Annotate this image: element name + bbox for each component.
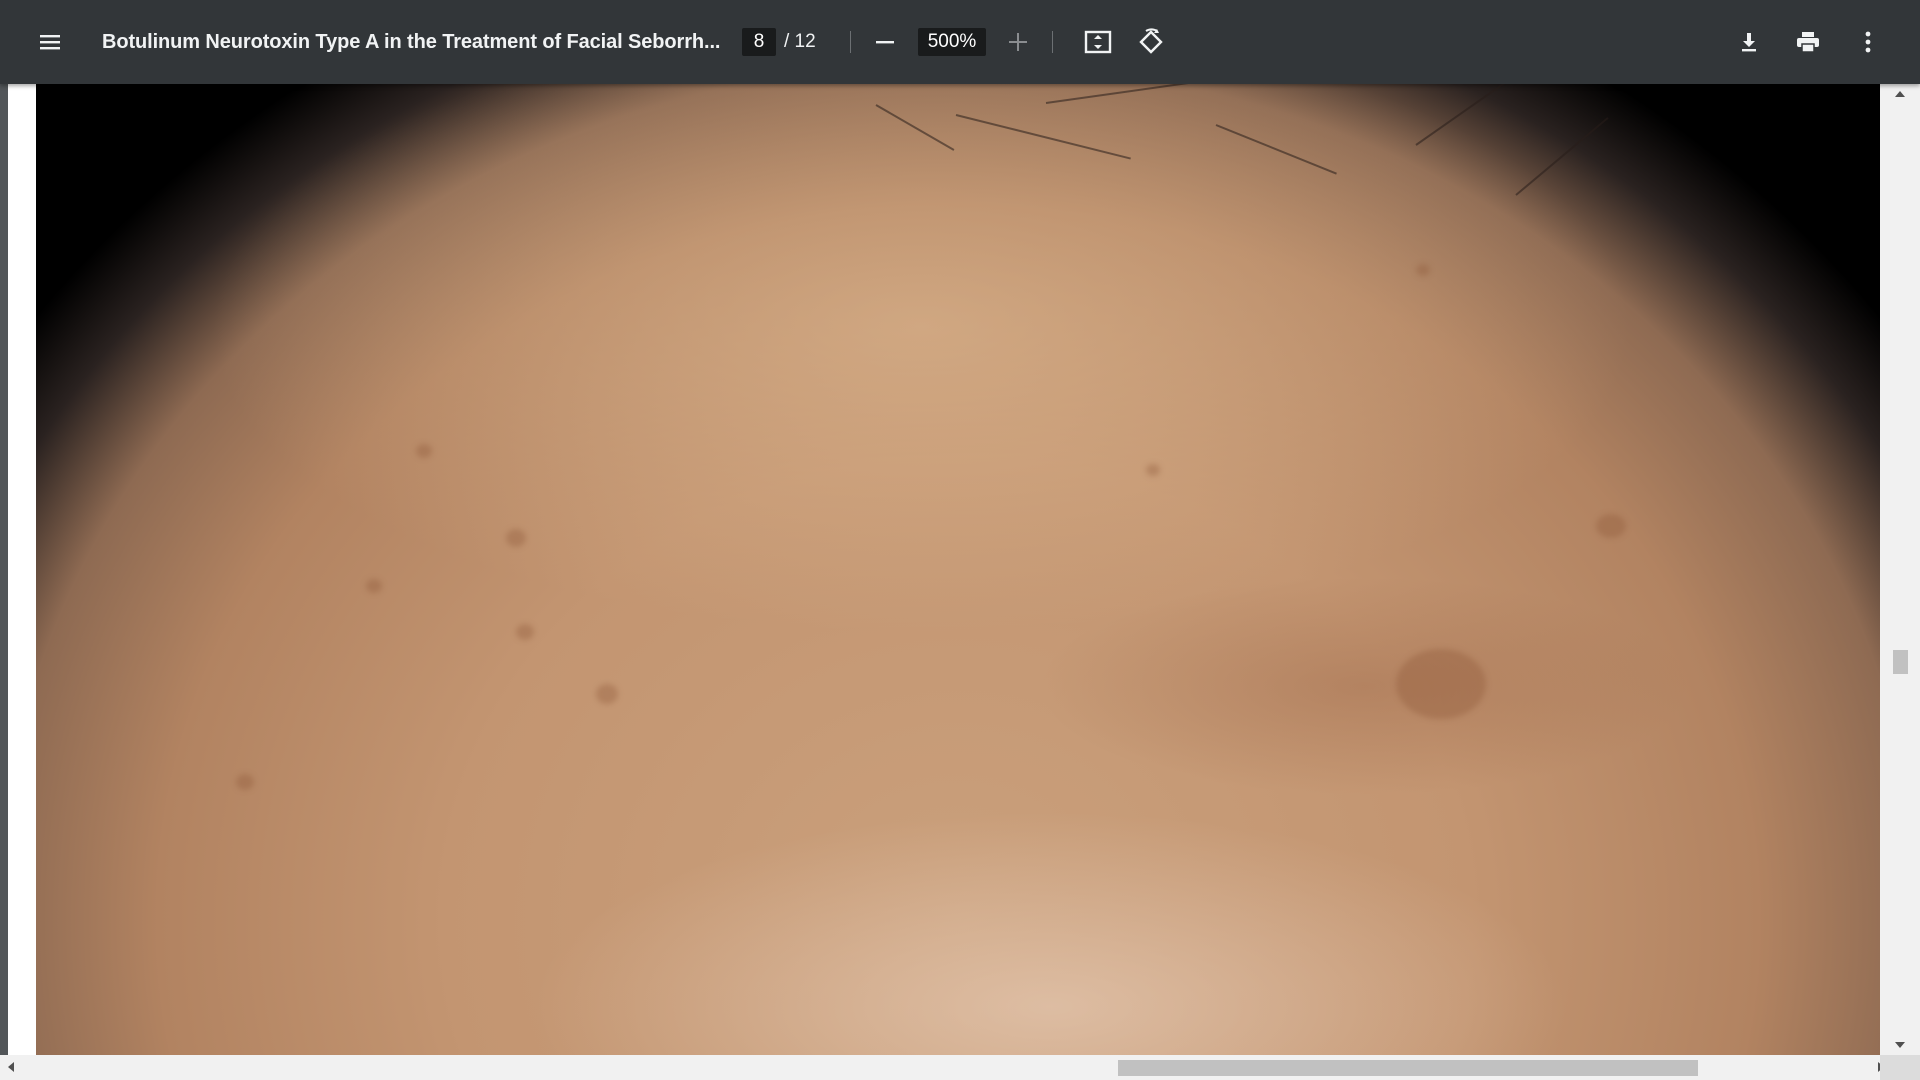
download-icon[interactable] bbox=[1725, 0, 1773, 84]
hair-strand bbox=[1045, 84, 1195, 104]
document-title: Botulinum Neurotoxin Type A in the Treat… bbox=[102, 30, 721, 53]
plus-icon[interactable] bbox=[994, 0, 1042, 84]
toolbar-divider bbox=[850, 31, 851, 53]
skin-spot bbox=[596, 684, 618, 704]
hair-strand bbox=[1415, 84, 1507, 146]
scroll-down-arrow-icon[interactable] bbox=[1895, 1042, 1905, 1048]
toolbar-divider bbox=[1052, 31, 1053, 53]
scroll-left-arrow-icon[interactable] bbox=[8, 1062, 14, 1072]
more-vertical-icon[interactable] bbox=[1844, 0, 1892, 84]
skin-spot bbox=[1416, 264, 1430, 276]
skin-spot bbox=[506, 529, 526, 547]
scroll-up-arrow-icon[interactable] bbox=[1895, 91, 1905, 97]
hair-strand bbox=[1515, 117, 1609, 196]
vertical-scrollbar-thumb[interactable] bbox=[1893, 650, 1908, 674]
scrollbar-corner bbox=[1880, 1055, 1920, 1080]
horizontal-scrollbar[interactable] bbox=[0, 1055, 1884, 1080]
skin-spot bbox=[1396, 649, 1486, 719]
zoom-level-input[interactable]: 500% bbox=[918, 28, 986, 56]
fit-to-page-icon[interactable] bbox=[1074, 0, 1122, 84]
document-viewer[interactable] bbox=[0, 84, 1920, 1080]
hair-strand bbox=[955, 114, 1131, 160]
print-icon[interactable] bbox=[1784, 0, 1832, 84]
hair-strand bbox=[875, 104, 955, 151]
document-photo bbox=[36, 84, 1880, 1055]
skin-spot bbox=[236, 774, 254, 790]
skin-spot bbox=[516, 624, 534, 640]
pdf-toolbar: Botulinum Neurotoxin Type A in the Treat… bbox=[0, 0, 1920, 84]
skin-spot bbox=[366, 579, 382, 593]
vertical-scrollbar[interactable] bbox=[1880, 84, 1920, 1055]
pdf-page bbox=[8, 84, 1880, 1055]
skin-spot bbox=[1596, 514, 1626, 538]
horizontal-scrollbar-thumb[interactable] bbox=[1118, 1060, 1698, 1076]
skin-spot bbox=[1146, 464, 1160, 476]
rotate-counterclockwise-icon[interactable] bbox=[1127, 0, 1175, 84]
skin-spot bbox=[416, 444, 432, 458]
page-total-label: / 12 bbox=[784, 31, 816, 52]
minus-icon[interactable] bbox=[861, 0, 909, 84]
page-number-input[interactable]: 8 bbox=[742, 28, 776, 56]
hair-strand bbox=[1215, 124, 1337, 175]
hamburger-menu-icon[interactable] bbox=[26, 0, 74, 84]
